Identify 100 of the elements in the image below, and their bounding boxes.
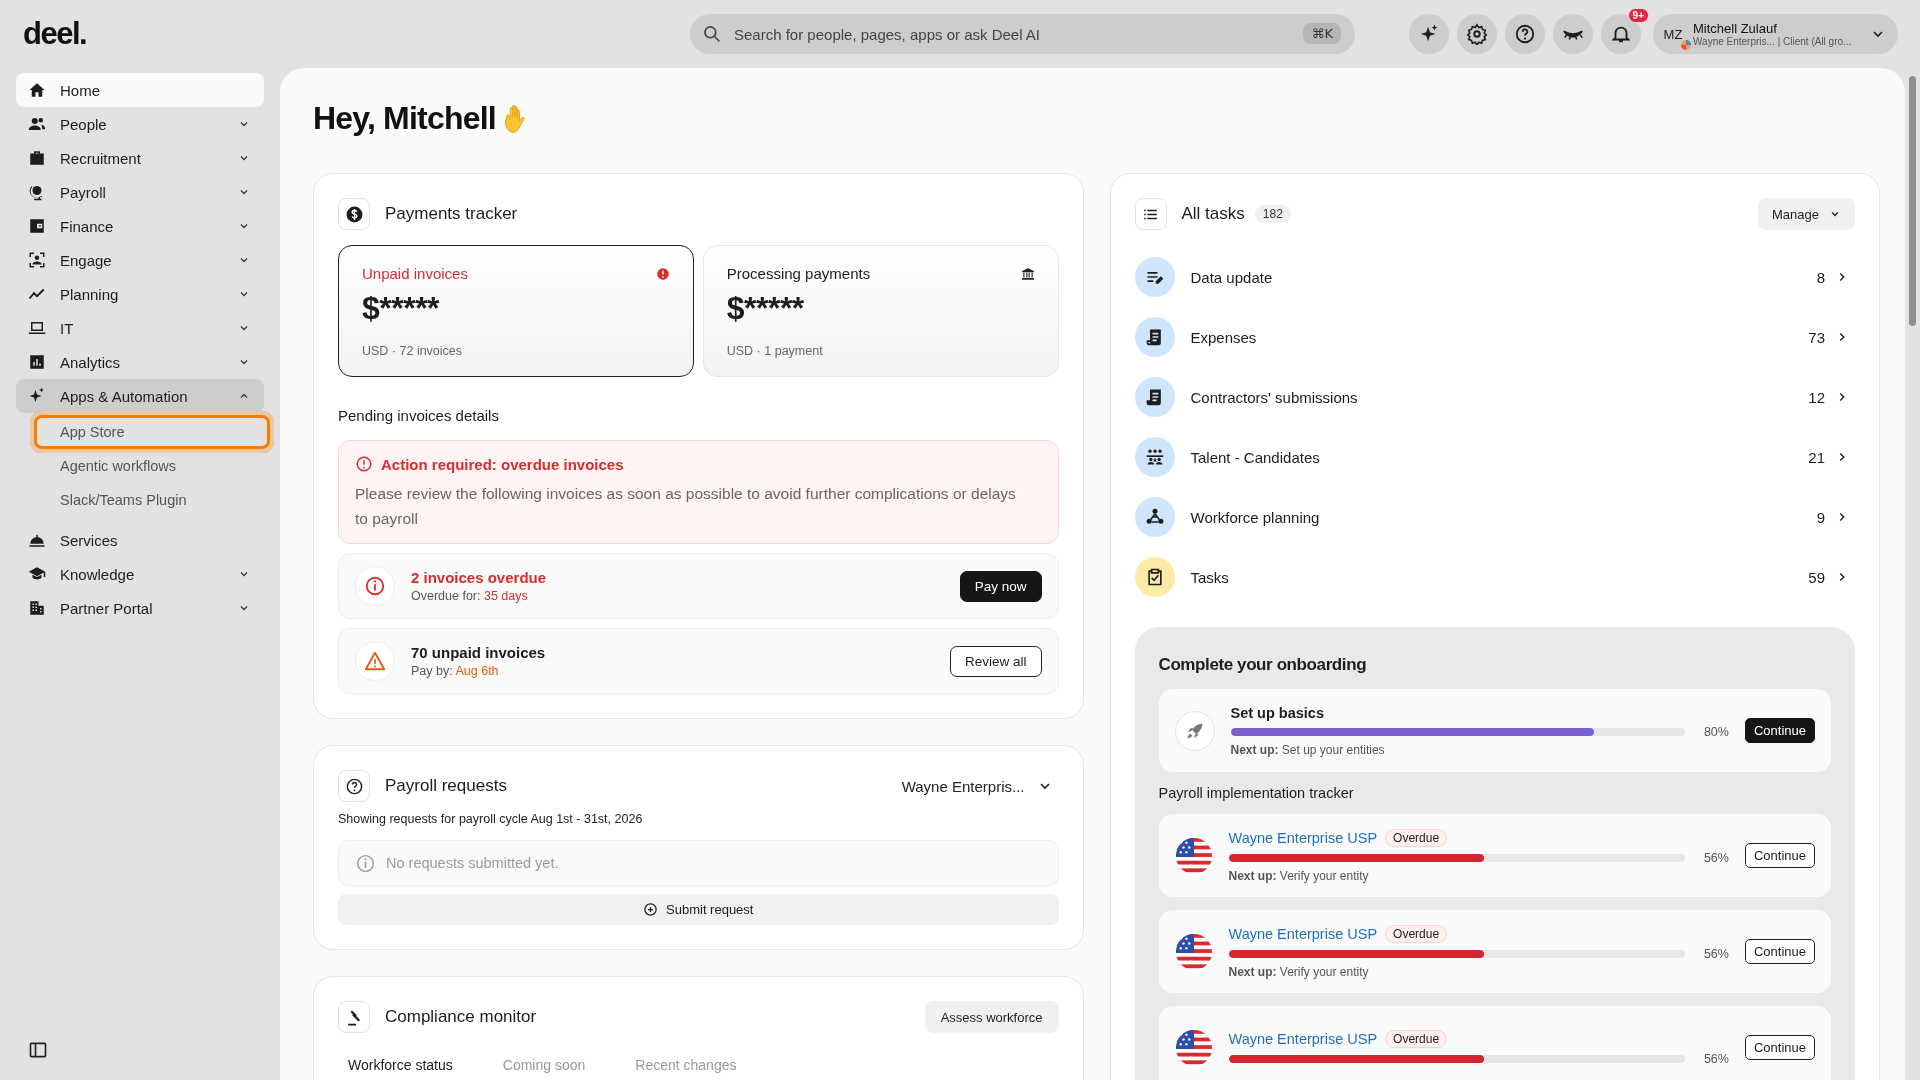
task-row[interactable]: Tasks 59 <box>1134 547 1855 607</box>
summary-card[interactable]: Unpaid invoices $***** USD · 72 invoices <box>338 245 694 377</box>
plus-circle-icon <box>643 902 659 917</box>
summary-card[interactable]: Processing payments $***** USD · 1 payment <box>702 245 1059 377</box>
assess-workforce-button[interactable]: Assess workforce <box>924 1001 1059 1033</box>
task-row[interactable]: Data update 8 <box>1134 247 1855 307</box>
notification-badge: 9+ <box>1627 8 1649 23</box>
status-badge: Overdue <box>1385 924 1448 943</box>
task-row[interactable]: Talent - Candidates 21 <box>1134 427 1855 487</box>
task-row[interactable]: Contractors' submissions 12 <box>1134 367 1855 427</box>
manage-dropdown[interactable]: Manage <box>1758 198 1855 230</box>
count-badge: 182 <box>1254 205 1291 223</box>
laptop-icon <box>28 319 46 337</box>
scrollbar[interactable] <box>1909 76 1916 326</box>
section-title: Pending invoices details <box>338 407 500 424</box>
nav-item[interactable]: Partner Portal <box>16 591 264 625</box>
help-button[interactable] <box>1505 14 1545 54</box>
list-icon <box>1134 198 1167 230</box>
briefcase-icon <box>28 149 46 167</box>
us-flag-icon <box>1174 1028 1213 1067</box>
task-row[interactable]: Workforce planning 9 <box>1134 487 1855 547</box>
progress-percent: 56% <box>1702 946 1729 961</box>
entity-link[interactable]: Wayne Enterprise USP <box>1228 1030 1378 1047</box>
nav-subitem[interactable]: Slack/Teams Plugin <box>36 483 268 517</box>
search-icon <box>702 24 722 44</box>
dollar-coin-icon <box>338 198 370 230</box>
review-all-button[interactable]: Review all <box>949 645 1042 677</box>
people-icon <box>28 115 46 133</box>
task-row[interactable]: Expenses 73 <box>1134 307 1855 367</box>
progress-percent: 56% <box>1702 850 1729 865</box>
card-title: Payroll requests <box>385 776 507 796</box>
invoice-summary: 2 invoices overdue <box>411 569 548 586</box>
entity-link[interactable]: Wayne Enterprise USP <box>1228 829 1378 846</box>
warning-icon <box>355 641 395 681</box>
avatar: MZ <box>1662 25 1684 44</box>
continue-button[interactable]: Continue <box>1744 718 1815 743</box>
nav-item[interactable]: Analytics <box>16 345 264 379</box>
bank-icon <box>1020 266 1035 281</box>
settings-icon <box>1466 23 1488 45</box>
continue-button[interactable]: Continue <box>1744 939 1815 964</box>
org-logo-icon <box>1681 40 1691 50</box>
empty-message: No requests submitted yet. <box>386 855 559 871</box>
ai-button[interactable] <box>1409 14 1449 54</box>
next-step: Next up: Verify your entity <box>1228 964 1729 979</box>
entity-link[interactable]: Wayne Enterprise USP <box>1228 925 1378 942</box>
invoice-detail: Pay by: Aug 6th <box>411 664 500 678</box>
account-menu[interactable]: MZ Mitchell Zulauf Wayne Enterpris... | Client (All gro... <box>1653 14 1898 54</box>
greeting: Hey, Mitchell <box>313 99 496 137</box>
closed-eye-button[interactable] <box>1553 14 1593 54</box>
status-badge: Overdue <box>1385 1029 1448 1048</box>
status-badge: Overdue <box>1385 828 1448 847</box>
entity-dropdown[interactable]: Wayne Enterpris... <box>901 777 1059 795</box>
amount: $***** <box>726 290 805 327</box>
sidebar-toggle-icon[interactable] <box>28 1040 48 1060</box>
settings-button[interactable] <box>1457 14 1497 54</box>
cycle-description: Showing requests for payroll cycle Aug 1st - 31st, 2026 <box>338 812 644 826</box>
amount: $***** <box>362 290 441 327</box>
nav-item[interactable]: Engage <box>16 243 264 277</box>
continue-button[interactable]: Continue <box>1744 843 1815 868</box>
wallet-icon <box>28 217 46 235</box>
next-step: Next up: Set up your entities <box>1230 742 1729 757</box>
summary-meta: USD · 1 payment <box>726 344 824 358</box>
info-icon <box>355 852 376 874</box>
section-title: Payroll implementation tracker <box>1158 785 1355 801</box>
summary-title: Unpaid invoices <box>362 265 468 282</box>
card-title: All tasks <box>1181 204 1245 224</box>
card-title: Compliance monitor <box>385 1007 537 1027</box>
next-step: Next up: Verify your entity <box>1228 868 1729 883</box>
nav-item[interactable]: Payroll <box>16 175 264 209</box>
us-flag-icon <box>1174 836 1213 875</box>
alert-title: Action required: overdue invoices <box>381 455 624 473</box>
nav-item[interactable]: People <box>16 107 264 141</box>
continue-button[interactable]: Continue <box>1744 1035 1815 1060</box>
invoice-detail: Overdue for: 35 days <box>411 589 529 603</box>
home-icon <box>28 81 46 99</box>
sparkle-icon <box>28 387 46 405</box>
buildings-icon <box>28 599 46 617</box>
onboarding-title: Complete your onboarding <box>1158 655 1368 675</box>
question-icon <box>338 770 370 802</box>
pay-now-button[interactable]: Pay now <box>959 570 1042 602</box>
nav-item[interactable]: Finance <box>16 209 264 243</box>
nav-item[interactable]: Services <box>16 523 264 557</box>
help-icon <box>1514 23 1536 45</box>
card-title: Payments tracker <box>385 204 518 224</box>
nav-item[interactable]: Home <box>16 73 264 107</box>
nav-item[interactable]: Planning <box>16 277 264 311</box>
logo[interactable]: deel. <box>23 16 87 51</box>
nav-item[interactable]: IT <box>16 311 264 345</box>
bar-chart-icon <box>28 353 46 371</box>
gavel-icon <box>338 1001 370 1033</box>
alert-icon <box>355 455 373 473</box>
summary-meta: USD · 72 invoices <box>362 344 464 358</box>
info-icon <box>355 566 395 606</box>
nav-item[interactable]: Apps & Automation <box>16 379 264 413</box>
nav-item[interactable]: Recruitment <box>16 141 264 175</box>
progress-percent: 56% <box>1702 1051 1729 1066</box>
submit-request-button[interactable]: Submit request <box>338 894 1059 925</box>
alert-icon <box>655 266 670 281</box>
nav-item[interactable]: Knowledge <box>16 557 264 591</box>
tab[interactable]: Workforce status <box>348 1057 453 1073</box>
